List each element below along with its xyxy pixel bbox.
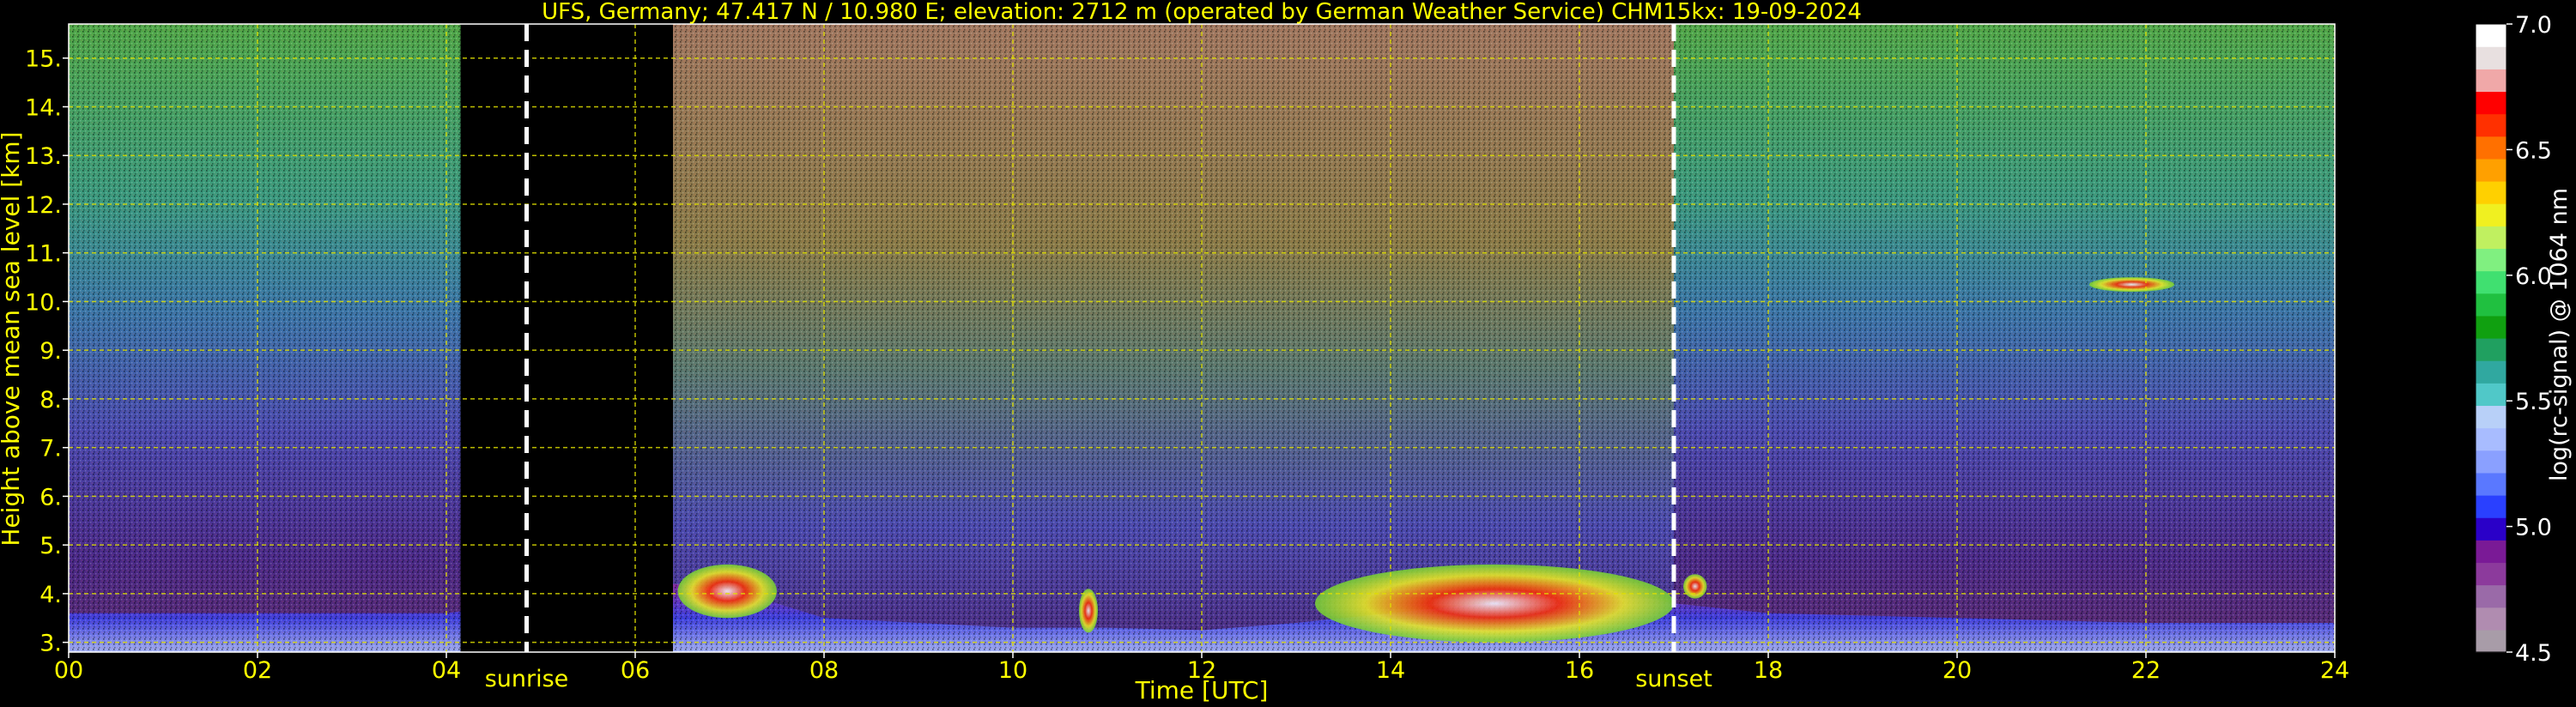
colorbar-segment [2476, 338, 2506, 361]
colorbar [2475, 23, 2507, 653]
y-tick-label: 7. [39, 436, 62, 462]
cloud-feature [1079, 589, 1098, 633]
sun-event-label: sunrise [485, 666, 569, 692]
x-tick-label: 02 [243, 657, 272, 684]
cloud-feature [2089, 277, 2174, 293]
colorbar-segment [2476, 607, 2506, 631]
x-tick-label: 20 [1943, 657, 1972, 684]
no-data-gap [460, 24, 673, 652]
chart-title: UFS, Germany; 47.417 N / 10.980 E; eleva… [542, 0, 1862, 25]
y-axis-label: Height above mean sea level [km] [0, 131, 25, 546]
y-tick-label: 13. [25, 143, 62, 170]
x-tick-label: 16 [1565, 657, 1594, 684]
colorbar-segment [2476, 226, 2506, 250]
colorbar-segment [2476, 248, 2506, 272]
colorbar-label: log(rc-signal) @ 1064 nm [2546, 188, 2573, 481]
y-axis-ticks: 3. 4. 5. 6. 7. 8. 9. 10. 11. 12. 13. 14. 15. [25, 46, 69, 657]
sun-event-label: sunset [1635, 666, 1712, 692]
colorbar-segment [2476, 450, 2506, 474]
colorbar-segment [2476, 91, 2506, 115]
colorbar-segment [2476, 158, 2506, 182]
x-tick-label: 14 [1376, 657, 1405, 684]
colorbar-segment [2476, 472, 2506, 496]
colorbar-segment [2476, 427, 2506, 451]
x-tick-label: 24 [2320, 657, 2349, 684]
colorbar-tick-label: 6.5 [2515, 137, 2552, 164]
x-tick-label: 04 [432, 657, 461, 684]
y-tick-label: 15. [25, 46, 62, 73]
colorbar-segment [2476, 540, 2506, 564]
colorbar-segment [2476, 383, 2506, 407]
colorbar-tick-label: 4.5 [2515, 640, 2552, 667]
y-tick-label: 4. [39, 582, 62, 608]
y-tick-label: 12. [25, 192, 62, 219]
colorbar-segment [2476, 24, 2506, 47]
colorbar-segment [2476, 405, 2506, 429]
colorbar-segment [2476, 69, 2506, 93]
cloud-feature [677, 564, 777, 619]
colorbar-segment [2476, 270, 2506, 294]
colorbar-segment [2476, 517, 2506, 541]
colorbar-segment [2476, 584, 2506, 608]
colorbar-tick-label: 7.0 [2515, 12, 2552, 39]
y-tick-label: 8. [39, 387, 62, 414]
cloud-feature [1683, 574, 1707, 599]
colorbar-segment [2476, 360, 2506, 384]
colorbar-segment [2476, 113, 2506, 137]
colorbar-segment [2476, 315, 2506, 339]
colorbar-segment [2476, 495, 2506, 518]
x-tick-label: 08 [809, 657, 839, 684]
x-tick-label: 22 [2131, 657, 2161, 684]
x-tick-label: 18 [1754, 657, 1783, 684]
x-tick-label: 06 [621, 657, 650, 684]
x-tick-label: 10 [998, 657, 1027, 684]
y-tick-label: 9. [39, 338, 62, 365]
colorbar-tick-label: 5.0 [2515, 515, 2552, 541]
colorbar-ticks: 4.55.05.56.06.57.0 [2506, 12, 2552, 667]
y-tick-label: 6. [39, 484, 62, 511]
plot-area [69, 24, 2335, 652]
y-tick-label: 3. [39, 631, 62, 657]
colorbar-segment [2476, 629, 2506, 653]
x-axis-label: Time [UTC] [1135, 676, 1269, 704]
colorbar-segment [2476, 562, 2506, 586]
y-tick-label: 5. [39, 533, 62, 559]
y-tick-label: 11. [25, 241, 62, 268]
sun-event-labels: sunrise sunset [485, 666, 1712, 692]
colorbar-segment [2476, 181, 2506, 204]
colorbar-segment [2476, 46, 2506, 69]
colorbar-segment [2476, 136, 2506, 160]
x-tick-label: 00 [54, 657, 83, 684]
colorbar-segment [2476, 293, 2506, 317]
colorbar-segment [2476, 203, 2506, 227]
y-tick-label: 10. [25, 289, 62, 316]
ceilometer-chart: UFS, Germany; 47.417 N / 10.980 E; eleva… [0, 0, 2573, 704]
cloud-feature [1315, 564, 1674, 643]
y-tick-label: 14. [25, 94, 62, 121]
